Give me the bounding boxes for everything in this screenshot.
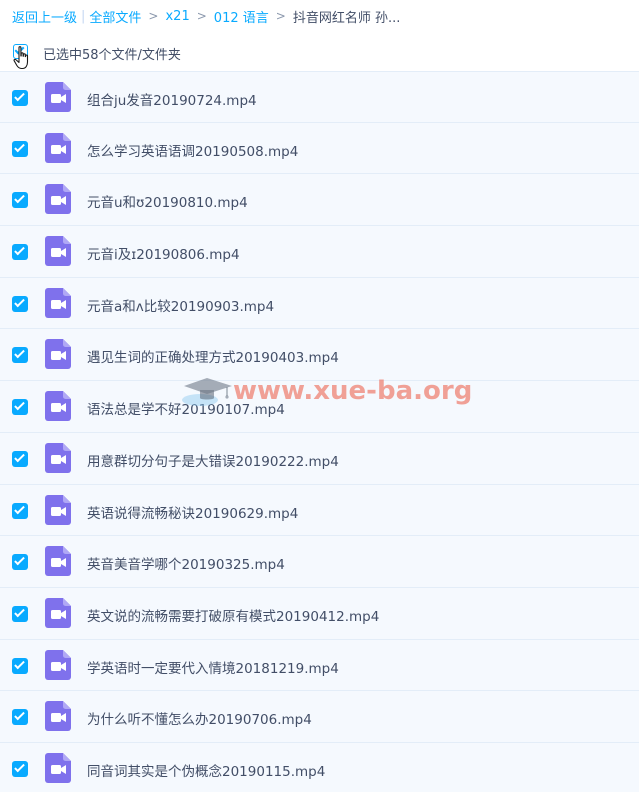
file-name[interactable]: 元音i及ɪ20190806.mp4 bbox=[87, 243, 240, 263]
file-row[interactable]: 英音美音学哪个20190325.mp4 bbox=[0, 536, 639, 588]
file-checkbox[interactable] bbox=[12, 450, 28, 467]
check-icon bbox=[14, 709, 25, 721]
file-row[interactable]: 组合ju发音20190724.mp4 bbox=[0, 71, 639, 123]
breadcrumb-current-folder: 抖音网红名师 孙... bbox=[292, 10, 401, 26]
check-icon bbox=[14, 606, 25, 618]
file-row[interactable]: 英文说的流畅需要打破原有模式20190412.mp4 bbox=[0, 588, 639, 640]
video-file-icon bbox=[45, 82, 71, 112]
file-checkbox[interactable] bbox=[12, 399, 28, 416]
file-name[interactable]: 组合ju发音20190724.mp4 bbox=[87, 89, 257, 109]
video-file-icon bbox=[45, 391, 71, 422]
check-icon bbox=[14, 761, 25, 773]
file-name[interactable]: 元音u和ʊ20190810.mp4 bbox=[87, 191, 248, 211]
file-row[interactable]: 学英语时一定要代入情境20181219.mp4 bbox=[0, 640, 639, 692]
breadcrumb: 返回上一级 | 全部文件 > x21 > 012 语言 > 抖音网红名师 孙..… bbox=[12, 6, 400, 26]
file-checkbox[interactable] bbox=[12, 347, 28, 364]
breadcrumb-separator: > bbox=[196, 9, 207, 23]
video-file-icon bbox=[45, 597, 71, 628]
file-checkbox[interactable] bbox=[12, 192, 28, 209]
file-row[interactable]: 同音词其实是个伪概念20190115.mp4 bbox=[0, 743, 639, 792]
check-icon bbox=[14, 503, 25, 514]
video-file-icon bbox=[45, 701, 71, 732]
breadcrumb-item-language[interactable]: 012 语言 bbox=[214, 7, 269, 26]
file-checkbox[interactable] bbox=[12, 709, 28, 726]
check-icon bbox=[14, 90, 25, 102]
file-list: 组合ju发音20190724.mp4 怎么学习英语语调20190508.mp4 元音… bbox=[0, 71, 639, 792]
breadcrumb-separator: > bbox=[275, 9, 286, 23]
file-row[interactable]: 为什么听不懂怎么办20190706.mp4 bbox=[0, 691, 639, 743]
video-file-icon bbox=[45, 494, 71, 525]
check-icon bbox=[14, 296, 25, 308]
file-checkbox[interactable] bbox=[12, 90, 28, 106]
check-icon bbox=[14, 554, 25, 566]
file-checkbox[interactable] bbox=[12, 605, 28, 622]
file-row[interactable]: 元音u和ʊ20190810.mp4 bbox=[0, 174, 639, 227]
file-name[interactable]: 怎么学习英语语调20190508.mp4 bbox=[87, 140, 298, 160]
file-name[interactable]: 元音a和ʌ比较20190903.mp4 bbox=[87, 295, 274, 315]
check-icon bbox=[14, 193, 25, 204]
file-row[interactable]: 语法总是学不好20190107.mp4 bbox=[0, 381, 639, 433]
file-row[interactable]: 遇见生词的正确处理方式20190403.mp4 bbox=[0, 329, 639, 382]
file-name[interactable]: 为什么听不懂怎么办20190706.mp4 bbox=[87, 708, 312, 728]
file-row[interactable]: 元音a和ʌ比较20190903.mp4 bbox=[0, 278, 639, 330]
check-icon bbox=[14, 141, 25, 152]
file-name[interactable]: 用意群切分句子是大错误20190222.mp4 bbox=[87, 450, 339, 470]
breadcrumb-item-x21[interactable]: x21 bbox=[165, 9, 189, 24]
check-icon bbox=[14, 348, 25, 359]
file-browser: 返回上一级 | 全部文件 > x21 > 012 语言 > 抖音网红名师 孙..… bbox=[0, 0, 639, 792]
file-name[interactable]: 英语说得流畅秘诀20190629.mp4 bbox=[87, 502, 298, 522]
file-row[interactable]: 怎么学习英语语调20190508.mp4 bbox=[0, 123, 639, 175]
breadcrumb-divider: | bbox=[81, 8, 86, 24]
file-checkbox[interactable] bbox=[12, 502, 28, 519]
file-row[interactable]: 元音i及ɪ20190806.mp4 bbox=[0, 226, 639, 278]
video-file-icon bbox=[45, 287, 71, 318]
file-name[interactable]: 遇见生词的正确处理方式20190403.mp4 bbox=[87, 346, 339, 366]
file-checkbox[interactable] bbox=[12, 140, 28, 157]
video-file-icon bbox=[45, 339, 71, 370]
file-checkbox[interactable] bbox=[12, 657, 28, 674]
video-file-icon bbox=[45, 442, 71, 473]
back-link[interactable]: 返回上一级 bbox=[12, 7, 77, 26]
video-file-icon bbox=[45, 546, 71, 577]
video-file-icon bbox=[45, 649, 71, 680]
check-icon bbox=[14, 244, 25, 256]
file-name[interactable]: 同音词其实是个伪概念20190115.mp4 bbox=[87, 760, 325, 780]
file-name[interactable]: 英音美音学哪个20190325.mp4 bbox=[87, 553, 285, 573]
selection-header: 已选中58个文件/文件夹 bbox=[0, 34, 639, 70]
video-file-icon bbox=[45, 752, 71, 783]
breadcrumb-separator: > bbox=[148, 9, 159, 23]
check-icon bbox=[14, 399, 25, 411]
file-checkbox[interactable] bbox=[12, 554, 28, 571]
file-checkbox[interactable] bbox=[12, 295, 28, 312]
file-row[interactable]: 用意群切分句子是大错误20190222.mp4 bbox=[0, 433, 639, 485]
file-name[interactable]: 英文说的流畅需要打破原有模式20190412.mp4 bbox=[87, 605, 379, 625]
breadcrumb-item-all-files[interactable]: 全部文件 bbox=[89, 7, 141, 26]
file-checkbox[interactable] bbox=[12, 244, 28, 261]
file-row[interactable]: 英语说得流畅秘诀20190629.mp4 bbox=[0, 485, 639, 537]
hand-cursor-icon bbox=[13, 46, 29, 70]
video-file-icon bbox=[45, 132, 71, 163]
file-name[interactable]: 学英语时一定要代入情境20181219.mp4 bbox=[87, 657, 339, 677]
video-file-icon bbox=[45, 236, 71, 267]
check-icon bbox=[14, 451, 25, 463]
selected-count-label: 已选中58个文件/文件夹 bbox=[43, 48, 181, 63]
file-name[interactable]: 语法总是学不好20190107.mp4 bbox=[87, 398, 285, 418]
file-checkbox[interactable] bbox=[12, 760, 28, 777]
check-icon bbox=[14, 658, 25, 669]
video-file-icon bbox=[45, 184, 71, 215]
